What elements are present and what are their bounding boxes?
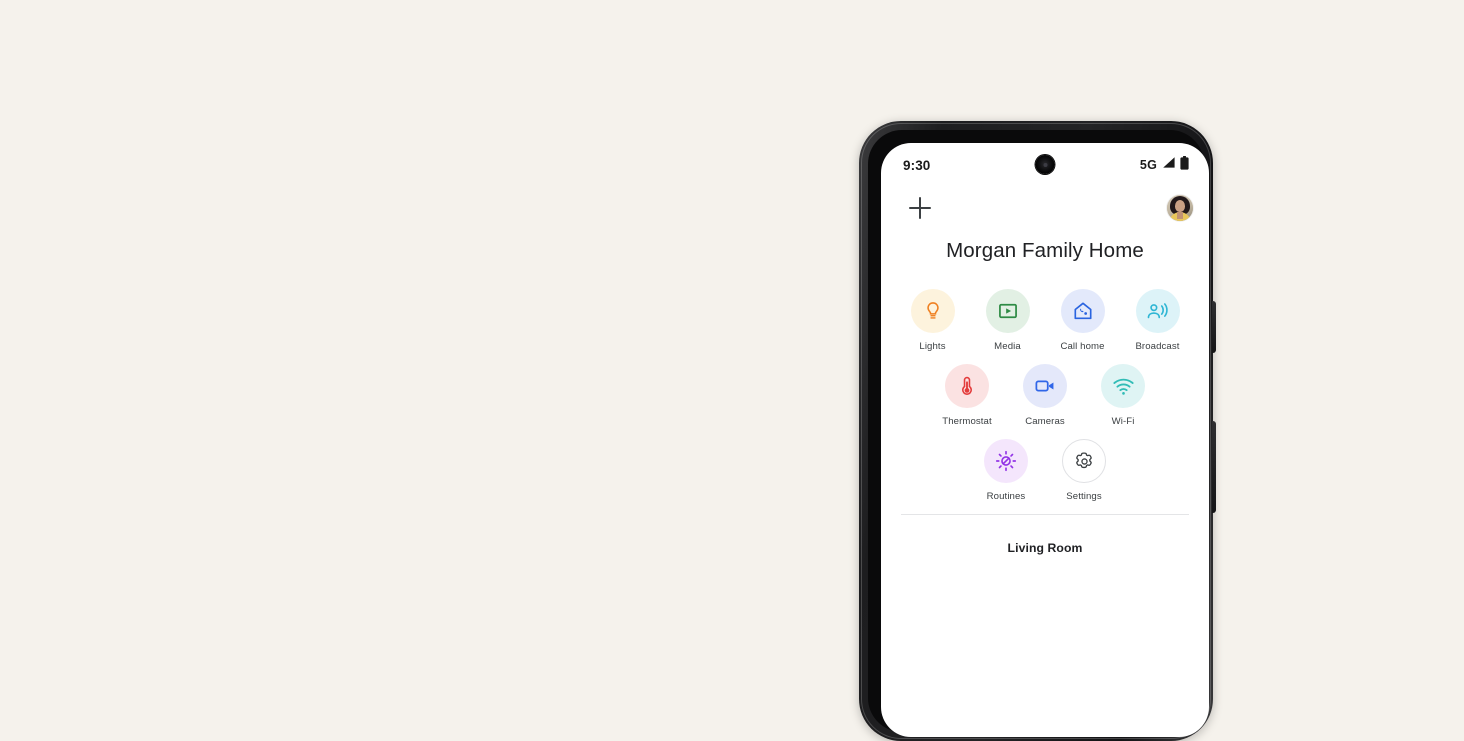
phone-bezel: 9:30 5G Morgan Family Home Lights Media … <box>868 130 1209 737</box>
plus-icon[interactable] <box>907 195 933 221</box>
quick-action-wifi[interactable]: Wi-Fi <box>1084 364 1162 427</box>
quick-action-row: Lights Media Call home Broadcast <box>895 289 1195 352</box>
quick-action-lights[interactable]: Lights <box>895 289 970 352</box>
quick-action-label: Thermostat <box>942 416 992 427</box>
phone-device-frame: 9:30 5G Morgan Family Home Lights Media … <box>859 121 1216 741</box>
quick-action-media[interactable]: Media <box>970 289 1045 352</box>
phone-screen: 9:30 5G Morgan Family Home Lights Media … <box>881 143 1209 737</box>
quick-action-row: Thermostat Cameras Wi-Fi <box>895 364 1195 427</box>
quick-action-broadcast[interactable]: Broadcast <box>1120 289 1195 352</box>
quick-action-settings[interactable]: Settings <box>1045 439 1123 502</box>
app-bar <box>881 187 1209 229</box>
avatar-neck <box>1177 212 1183 219</box>
quick-action-call-home[interactable]: Call home <box>1045 289 1120 352</box>
front-camera-punch-hole-icon <box>1035 155 1055 174</box>
gear-icon <box>1062 439 1106 483</box>
network-type-label: 5G <box>1139 158 1157 172</box>
quick-action-row: Routines Settings <box>895 439 1195 502</box>
quick-action-label: Broadcast <box>1135 341 1180 352</box>
wifi-icon <box>1101 364 1145 408</box>
quick-action-routines[interactable]: Routines <box>967 439 1045 502</box>
lightbulb-icon <box>910 289 955 333</box>
avatar-face <box>1175 200 1185 212</box>
volume-rocker-button[interactable] <box>1212 301 1216 353</box>
broadcast-icon <box>1135 289 1180 333</box>
quick-action-label: Routines <box>986 491 1026 502</box>
call-home-icon <box>1060 289 1105 333</box>
video-camera-icon <box>1023 364 1067 408</box>
section-divider <box>901 514 1189 515</box>
signal-bars-icon <box>1161 156 1176 174</box>
quick-action-label: Cameras <box>1025 416 1065 427</box>
quick-action-label: Settings <box>1066 491 1102 502</box>
quick-action-grid: Lights Media Call home Broadcast Thermos… <box>881 289 1209 502</box>
quick-action-label: Wi-Fi <box>1111 416 1135 427</box>
account-avatar[interactable] <box>1167 195 1193 221</box>
power-button[interactable] <box>1212 421 1216 513</box>
routines-sun-icon <box>984 439 1028 483</box>
thermometer-icon <box>945 364 989 408</box>
status-bar-indicators: 5G <box>1139 155 1189 175</box>
quick-action-label: Lights <box>919 341 946 352</box>
status-bar: 9:30 5G <box>881 143 1209 187</box>
quick-action-cameras[interactable]: Cameras <box>1006 364 1084 427</box>
quick-action-label: Call home <box>1060 341 1105 352</box>
quick-action-thermostat[interactable]: Thermostat <box>928 364 1006 427</box>
quick-action-label: Media <box>994 341 1021 352</box>
page-title: Morgan Family Home <box>946 239 1144 262</box>
status-bar-clock: 9:30 <box>903 157 931 173</box>
media-play-icon <box>985 289 1030 333</box>
battery-full-icon <box>1180 155 1189 175</box>
room-section-title: Living Room <box>1007 541 1083 555</box>
